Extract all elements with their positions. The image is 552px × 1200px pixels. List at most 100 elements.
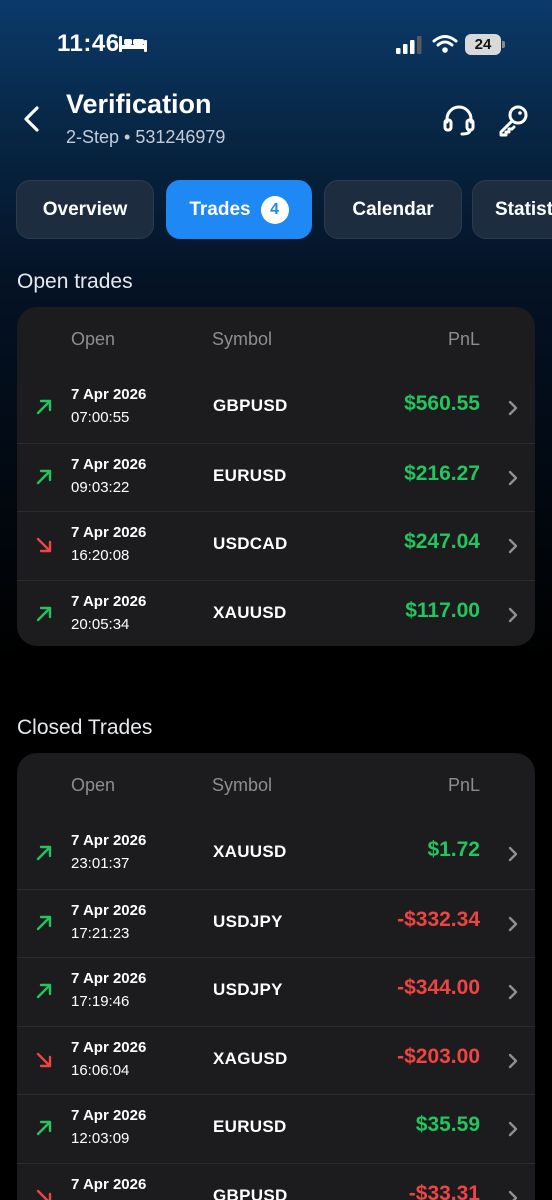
arrow-up-right-icon	[36, 915, 52, 930]
tab-overview-label: Overview	[42, 198, 128, 220]
trade-symbol: GBPUSD	[213, 1185, 288, 1200]
chevron-right-icon[interactable]	[507, 469, 519, 487]
chevron-right-icon[interactable]	[507, 915, 519, 933]
tab-bar: Overview Trades 4 Calendar Statistics	[16, 180, 552, 239]
trade-date: 7 Apr 2026	[71, 1175, 147, 1193]
arrow-up-right-icon	[36, 1120, 52, 1136]
trade-pnl: $216.27	[404, 461, 480, 485]
trade-symbol: GBPUSD	[213, 396, 288, 415]
trade-date: 7 Apr 2026	[71, 524, 147, 541]
trade-symbol: USDCAD	[213, 534, 288, 553]
column-symbol: Symbol	[212, 775, 273, 795]
battery-level: 24	[465, 34, 501, 55]
battery-tip	[502, 41, 505, 48]
closed-trades-card: Open Symbol PnL 7 Apr 2026 23:01:37 XAUUSD…	[17, 753, 535, 1200]
trade-time: 12:03:09	[71, 1130, 130, 1147]
open-trades-title: Open trades	[17, 270, 133, 293]
bed-icon	[119, 36, 147, 52]
chevron-right-icon[interactable]	[507, 399, 519, 417]
headset-icon[interactable]	[442, 103, 476, 137]
trade-date: 7 Apr 2026	[71, 1038, 147, 1056]
trade-symbol: XAGUSD	[213, 1048, 288, 1068]
tab-trades-badge: 4	[260, 195, 289, 224]
tab-statistics-label: Statistics	[495, 198, 552, 220]
trade-date: 7 Apr 2026	[71, 901, 147, 919]
trade-pnl: -$344.00	[397, 976, 480, 999]
trade-symbol: XAUUSD	[213, 602, 287, 622]
open-trades-header: Open Symbol PnL	[17, 307, 535, 374]
column-symbol: Symbol	[212, 329, 273, 349]
trade-pnl: -$332.34	[397, 907, 480, 931]
trade-date: 7 Apr 2026	[71, 832, 147, 849]
open-trades-list: 7 Apr 2026 07:00:55 GBPUSD $560.55 7 Apr 202…	[17, 374, 535, 646]
trade-date: 7 Apr 2026	[71, 970, 147, 987]
closed-trades-list: 7 Apr 2026 23:01:37 XAUUSD $1.72 7 Apr 2026 1…	[17, 820, 535, 1200]
trade-date: 7 Apr 2026	[71, 592, 147, 610]
trade-pnl: -$203.00	[397, 1044, 480, 1068]
tab-overview[interactable]: Overview	[16, 180, 154, 239]
arrow-down-right-icon	[36, 1052, 52, 1067]
tab-trades-label: Trades	[189, 198, 251, 220]
trade-pnl: $117.00	[405, 598, 480, 622]
trade-time: 09:03:22	[71, 478, 130, 496]
signal-icon	[396, 36, 422, 54]
arrow-up-right-icon	[36, 606, 52, 621]
chevron-right-icon[interactable]	[507, 983, 519, 1001]
column-open: Open	[71, 329, 116, 349]
arrow-up-right-icon	[36, 983, 52, 999]
arrow-up-right-icon	[36, 845, 52, 861]
closed-trades-header: Open Symbol PnL	[17, 753, 535, 820]
trade-row[interactable]: 7 Apr 2026 23:01:37 XAUUSD $1.72	[17, 820, 535, 889]
trade-symbol: USDJPY	[213, 980, 283, 999]
arrow-down-right-icon	[36, 537, 52, 553]
tab-trades[interactable]: Trades 4	[166, 180, 312, 239]
trade-date: 7 Apr 2026	[71, 1107, 147, 1124]
closed-trades-title: Closed Trades	[17, 716, 153, 739]
status-bar: 11:46 24	[0, 0, 552, 90]
trade-symbol: XAUUSD	[213, 842, 287, 861]
chevron-right-icon[interactable]	[507, 1189, 519, 1200]
trade-row[interactable]: 7 Apr 2026 16:06:04 XAGUSD -$203.00	[17, 1025, 535, 1095]
wifi-icon	[432, 35, 458, 53]
trade-time: 20:05:34	[71, 615, 130, 633]
column-pnl: PnL	[447, 775, 480, 795]
page-title: Verification	[66, 89, 212, 119]
trade-symbol: EURUSD	[213, 1117, 287, 1136]
trade-date: 7 Apr 2026	[71, 455, 147, 473]
trade-row[interactable]: 7 Apr 2026 GBPUSD -$33.31	[17, 1162, 535, 1200]
chevron-right-icon[interactable]	[507, 606, 519, 624]
trade-time: 17:21:23	[71, 924, 130, 942]
trade-row[interactable]: 7 Apr 2026 17:21:23 USDJPY -$332.34	[17, 888, 535, 958]
chevron-right-icon[interactable]	[507, 1120, 519, 1138]
trade-row[interactable]: 7 Apr 2026 17:19:46 USDJPY -$344.00	[17, 957, 535, 1026]
tab-statistics[interactable]: Statistics	[472, 180, 552, 239]
trade-date: 7 Apr 2026	[71, 386, 147, 403]
trade-pnl: $1.72	[427, 838, 480, 861]
trade-time: 07:00:55	[71, 409, 130, 426]
arrow-down-right-icon	[36, 1189, 52, 1200]
trade-time: 16:06:04	[71, 1061, 130, 1079]
trade-time: 17:19:46	[71, 993, 130, 1010]
tab-calendar-label: Calendar	[352, 198, 434, 220]
trade-row[interactable]: 7 Apr 2026 09:03:22 EURUSD $216.27	[17, 442, 535, 512]
battery-indicator: 24	[465, 34, 505, 55]
trade-row[interactable]: 7 Apr 2026 07:00:55 GBPUSD $560.55	[17, 374, 535, 443]
arrow-up-right-icon	[36, 469, 52, 484]
trade-symbol: USDJPY	[213, 911, 283, 931]
column-pnl: PnL	[447, 329, 480, 349]
trade-row[interactable]: 7 Apr 2026 12:03:09 EURUSD $35.59	[17, 1094, 535, 1163]
column-open: Open	[71, 775, 116, 795]
trade-row[interactable]: 7 Apr 2026 20:05:34 XAUUSD $117.00	[17, 579, 535, 647]
tab-calendar[interactable]: Calendar	[324, 180, 462, 239]
page-subtitle: 2-Step • 531246979	[66, 127, 226, 147]
trade-row[interactable]: 7 Apr 2026 16:20:08 USDCAD $247.04	[17, 511, 535, 580]
trade-pnl: $560.55	[404, 392, 480, 415]
arrow-up-right-icon	[36, 399, 52, 415]
chevron-right-icon[interactable]	[507, 1052, 519, 1070]
chevron-right-icon[interactable]	[507, 537, 519, 555]
open-trades-card: Open Symbol PnL 7 Apr 2026 07:00:55 GBPUSD…	[17, 307, 535, 646]
chevron-right-icon[interactable]	[507, 845, 519, 863]
back-icon[interactable]	[20, 104, 44, 134]
trade-pnl: -$33.31	[408, 1181, 480, 1200]
key-icon[interactable]	[496, 103, 530, 137]
